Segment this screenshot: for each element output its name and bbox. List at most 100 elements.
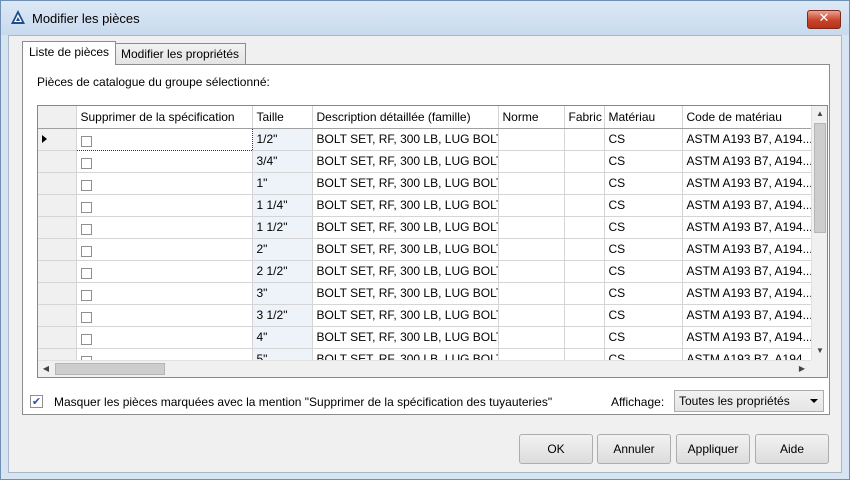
- description-cell[interactable]: BOLT SET, RF, 300 LB, LUG BOLT: [312, 172, 499, 195]
- supprimer-cell[interactable]: [76, 216, 253, 239]
- table-row[interactable]: 1 1/4" BOLT SET, RF, 300 LB, LUG BOLT CS AS…: [38, 194, 814, 217]
- parts-grid[interactable]: Supprimer de la spécification Taille Des…: [37, 105, 828, 378]
- row-header[interactable]: [38, 216, 77, 239]
- materiau-cell[interactable]: CS: [604, 128, 683, 151]
- description-cell[interactable]: BOLT SET, RF, 300 LB, LUG BOLT: [312, 304, 499, 327]
- fabric-cell[interactable]: [564, 216, 605, 239]
- code-materiau-cell[interactable]: ASTM A193 B7, A194...: [682, 216, 814, 239]
- row-header[interactable]: [38, 172, 77, 195]
- fabric-cell[interactable]: [564, 194, 605, 217]
- taille-cell[interactable]: 1/2": [252, 128, 313, 151]
- close-button[interactable]: ✕: [807, 10, 841, 29]
- fabric-cell[interactable]: [564, 260, 605, 283]
- supprimer-checkbox[interactable]: [80, 223, 92, 235]
- scroll-right-icon[interactable]: ▶: [794, 361, 810, 377]
- materiau-cell[interactable]: CS: [604, 282, 683, 305]
- row-header[interactable]: [38, 304, 77, 327]
- materiau-cell[interactable]: CS: [604, 216, 683, 239]
- norme-cell[interactable]: [498, 216, 565, 239]
- supprimer-cell[interactable]: [76, 194, 253, 217]
- norme-cell[interactable]: [498, 326, 565, 349]
- code-materiau-cell[interactable]: ASTM A193 B7, A194...: [682, 172, 814, 195]
- taille-cell[interactable]: 3 1/2": [252, 304, 313, 327]
- code-materiau-cell[interactable]: ASTM A193 B7, A194...: [682, 326, 814, 349]
- horizontal-scrollbar[interactable]: ◀ ▶: [38, 360, 811, 377]
- supprimer-cell[interactable]: [76, 260, 253, 283]
- supprimer-cell[interactable]: [76, 304, 253, 327]
- title-bar[interactable]: Modifier les pièces ✕: [1, 1, 849, 35]
- supprimer-checkbox[interactable]: [80, 135, 92, 147]
- norme-cell[interactable]: [498, 150, 565, 173]
- code-materiau-cell[interactable]: ASTM A193 B7, A194...: [682, 238, 814, 261]
- norme-cell[interactable]: [498, 128, 565, 151]
- column-header-supprimer[interactable]: Supprimer de la spécification: [76, 106, 253, 129]
- table-row[interactable]: 2 1/2" BOLT SET, RF, 300 LB, LUG BOLT CS AS…: [38, 260, 814, 283]
- code-materiau-cell[interactable]: ASTM A193 B7, A194...: [682, 282, 814, 305]
- code-materiau-cell[interactable]: ASTM A193 B7, A194...: [682, 304, 814, 327]
- row-header[interactable]: [38, 282, 77, 305]
- description-cell[interactable]: BOLT SET, RF, 300 LB, LUG BOLT: [312, 326, 499, 349]
- fabric-cell[interactable]: [564, 128, 605, 151]
- description-cell[interactable]: BOLT SET, RF, 300 LB, LUG BOLT: [312, 282, 499, 305]
- code-materiau-cell[interactable]: ASTM A193 B7, A194...: [682, 150, 814, 173]
- table-row[interactable]: 3/4" BOLT SET, RF, 300 LB, LUG BOLT CS ASTM…: [38, 150, 814, 173]
- fabric-cell[interactable]: [564, 172, 605, 195]
- column-header-materiau[interactable]: Matériau: [604, 106, 683, 129]
- column-header-description[interactable]: Description détaillée (famille): [312, 106, 499, 129]
- tab-modifier-les-proprietes[interactable]: Modifier les propriétés: [114, 43, 247, 65]
- scroll-up-icon[interactable]: ▲: [812, 106, 827, 122]
- supprimer-checkbox[interactable]: [80, 157, 92, 169]
- supprimer-checkbox[interactable]: [80, 245, 92, 257]
- norme-cell[interactable]: [498, 260, 565, 283]
- code-materiau-cell[interactable]: ASTM A193 B7, A194...: [682, 194, 814, 217]
- taille-cell[interactable]: 1 1/2": [252, 216, 313, 239]
- taille-cell[interactable]: 1 1/4": [252, 194, 313, 217]
- table-row[interactable]: 3 1/2" BOLT SET, RF, 300 LB, LUG BOLT CS AS…: [38, 304, 814, 327]
- supprimer-cell[interactable]: [76, 172, 253, 195]
- description-cell[interactable]: BOLT SET, RF, 300 LB, LUG BOLT: [312, 150, 499, 173]
- taille-cell[interactable]: 1": [252, 172, 313, 195]
- supprimer-checkbox[interactable]: [80, 311, 92, 323]
- norme-cell[interactable]: [498, 304, 565, 327]
- taille-cell[interactable]: 4": [252, 326, 313, 349]
- row-header[interactable]: [38, 260, 77, 283]
- hide-marked-parts-checkbox[interactable]: ✔: [30, 395, 43, 408]
- fabric-cell[interactable]: [564, 282, 605, 305]
- taille-cell[interactable]: 3": [252, 282, 313, 305]
- help-button[interactable]: Aide: [755, 434, 829, 464]
- vertical-scrollbar[interactable]: ▲ ▼: [811, 106, 827, 360]
- table-row[interactable]: 1 1/2" BOLT SET, RF, 300 LB, LUG BOLT CS AS…: [38, 216, 814, 239]
- table-row[interactable]: 4" BOLT SET, RF, 300 LB, LUG BOLT CS ASTM A…: [38, 326, 814, 349]
- description-cell[interactable]: BOLT SET, RF, 300 LB, LUG BOLT: [312, 216, 499, 239]
- apply-button[interactable]: Appliquer: [676, 434, 750, 464]
- norme-cell[interactable]: [498, 172, 565, 195]
- taille-cell[interactable]: 2 1/2": [252, 260, 313, 283]
- supprimer-cell[interactable]: [75, 127, 253, 151]
- norme-cell[interactable]: [498, 238, 565, 261]
- code-materiau-cell[interactable]: ASTM A193 B7, A194...: [682, 128, 814, 151]
- supprimer-checkbox[interactable]: [80, 333, 92, 345]
- materiau-cell[interactable]: CS: [604, 304, 683, 327]
- fabric-cell[interactable]: [564, 238, 605, 261]
- column-header-fabric[interactable]: Fabric: [564, 106, 605, 129]
- taille-cell[interactable]: 3/4": [252, 150, 313, 173]
- materiau-cell[interactable]: CS: [604, 172, 683, 195]
- description-cell[interactable]: BOLT SET, RF, 300 LB, LUG BOLT: [312, 260, 499, 283]
- description-cell[interactable]: BOLT SET, RF, 300 LB, LUG BOLT: [312, 128, 499, 151]
- supprimer-checkbox[interactable]: [80, 201, 92, 213]
- supprimer-cell[interactable]: [76, 326, 253, 349]
- materiau-cell[interactable]: CS: [604, 238, 683, 261]
- norme-cell[interactable]: [498, 282, 565, 305]
- hide-marked-parts-label[interactable]: Masquer les pièces marquées avec la ment…: [54, 395, 552, 409]
- taille-cell[interactable]: 2": [252, 238, 313, 261]
- supprimer-cell[interactable]: [76, 282, 253, 305]
- row-header[interactable]: [38, 194, 77, 217]
- supprimer-cell[interactable]: [76, 238, 253, 261]
- scroll-down-icon[interactable]: ▼: [812, 343, 827, 359]
- fabric-cell[interactable]: [564, 326, 605, 349]
- table-row[interactable]: 2" BOLT SET, RF, 300 LB, LUG BOLT CS ASTM A…: [38, 238, 814, 261]
- scroll-left-icon[interactable]: ◀: [38, 361, 54, 377]
- materiau-cell[interactable]: CS: [604, 150, 683, 173]
- description-cell[interactable]: BOLT SET, RF, 300 LB, LUG BOLT: [312, 194, 499, 217]
- supprimer-checkbox[interactable]: [80, 179, 92, 191]
